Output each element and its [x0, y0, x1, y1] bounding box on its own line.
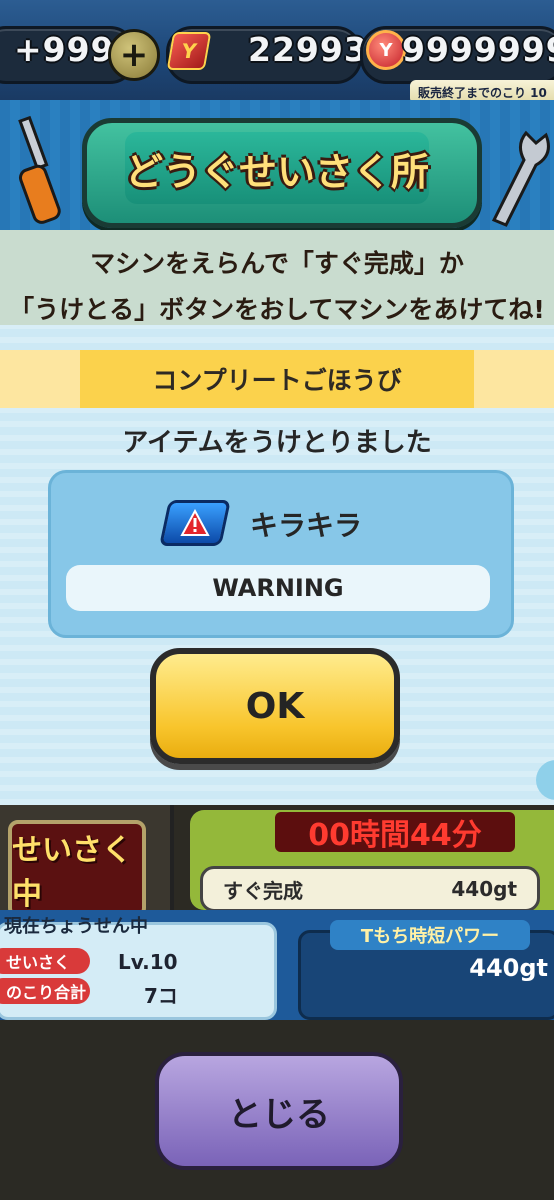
y-money-icon: Y: [166, 32, 212, 70]
screwdriver-icon: [18, 115, 61, 224]
wrench-icon: [491, 130, 550, 227]
instruction-line-2: 「うけとる」ボタンをおしてマシンをあけてね!: [9, 295, 545, 324]
modal-title: コンプリートごほうび: [152, 366, 402, 395]
page-title: どうぐせいさく所: [125, 132, 429, 204]
instruction-strip: マシンをえらんで「すぐ完成」か 「うけとる」ボタンをおしてマシンをあけてね!: [0, 230, 554, 325]
close-button[interactable]: とじる: [155, 1052, 403, 1170]
reward-item-box: [48, 470, 514, 638]
instruction-line-1: マシンをえらんで「すぐ完成」か: [90, 249, 464, 278]
plus-icon: +: [119, 35, 149, 75]
coin-icon: Y: [366, 30, 406, 70]
remaining-label: のこり合計: [0, 978, 90, 1004]
remaining-count: 7コ: [144, 984, 178, 1008]
reward-item-name: キラキラ: [250, 509, 363, 542]
quick-complete-button[interactable]: すぐ完成 440gt: [200, 866, 540, 912]
quick-complete-cost: 440gt: [451, 877, 517, 901]
crafting-label: せいさく: [0, 948, 90, 974]
coin-value: 9999999: [402, 30, 554, 69]
timer: 00時間44分: [275, 812, 515, 853]
add-stamina-button[interactable]: +: [108, 29, 160, 81]
ok-button[interactable]: OK: [150, 648, 400, 764]
y-money-value: 22993: [248, 30, 368, 69]
power-value: 440gt: [469, 954, 548, 982]
warning-icon: [159, 500, 231, 546]
modal-message: アイテムをうけとりました: [122, 428, 432, 458]
quick-complete-label: すぐ完成: [223, 878, 303, 903]
stamina-value: +999: [14, 30, 115, 69]
crafting-sign: せいさく中: [8, 820, 146, 918]
crafting-level: Lv.10: [118, 950, 178, 974]
reward-item-description: WARNING: [66, 565, 490, 611]
challenge-title: 現在ちょうせん中: [4, 916, 148, 937]
power-label: Tもち時短パワー: [330, 920, 530, 950]
